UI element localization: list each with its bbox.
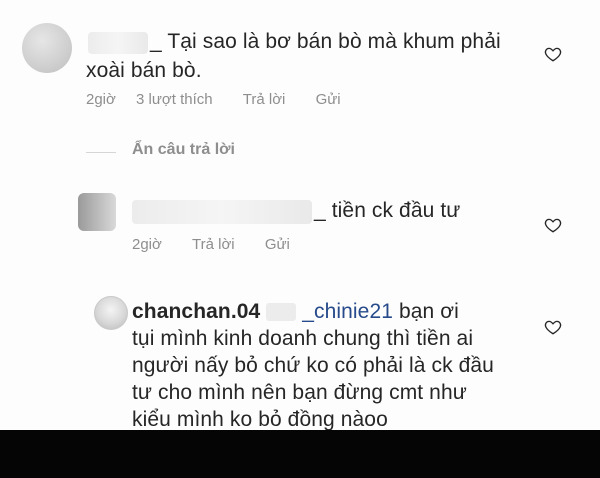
heart-icon[interactable] [544,216,562,234]
avatar[interactable] [78,193,116,231]
mention-link[interactable]: _chinie21 [302,300,393,323]
comment-text: _ Tại sao là bơ bán bò mà khum phải [150,30,501,53]
comment-text: _ tiền ck đầu tư [314,199,461,222]
comment-username[interactable]: chanchan.04 [132,300,260,323]
comment-text-line2: tụi mình kinh doanh chung thì tiền ai [132,327,474,350]
blurred-username [266,303,297,322]
likes-count-link[interactable]: 3 lượt thích [136,91,213,108]
send-button[interactable]: Gửi [265,236,290,253]
comment-text-line4: tư cho mình nên bạn đừng cmt như [132,381,467,404]
heart-icon[interactable] [544,318,562,336]
comment-meta: 2giờ 3 lượt thích Trả lời Gửi [86,91,341,108]
comment-text-line3: người nấy bỏ chứ ko có phải là ck đầu [132,354,494,377]
reply-button[interactable]: Trả lời [192,236,235,253]
comments-panel: _ Tại sao là bơ bán bò mà khum phải xoài… [0,0,600,431]
send-button[interactable]: Gửi [316,91,341,108]
bottom-bar [0,430,600,478]
comment-time: 2giờ [132,236,162,253]
comment-time: 2giờ [86,91,116,108]
comment-text-line5: kiểu mình ko bỏ đồng nàoo [132,408,388,431]
comment-text-line1: chanchan.04 _chinie21 bạn ơi [132,298,552,325]
replies-divider [86,152,116,153]
comment-text-line2: xoài bán bò. [86,59,202,82]
reply-button[interactable]: Trả lời [243,91,286,108]
comment-text: bạn ơi [398,300,459,323]
comment-meta: 2giờ Trả lời Gửi [132,236,290,253]
avatar[interactable] [94,296,128,330]
hide-replies-button[interactable]: Ẩn câu trả lời [132,141,235,159]
blurred-username [132,200,312,224]
blurred-username [88,32,148,54]
heart-icon[interactable] [544,45,562,63]
avatar[interactable] [22,23,72,73]
